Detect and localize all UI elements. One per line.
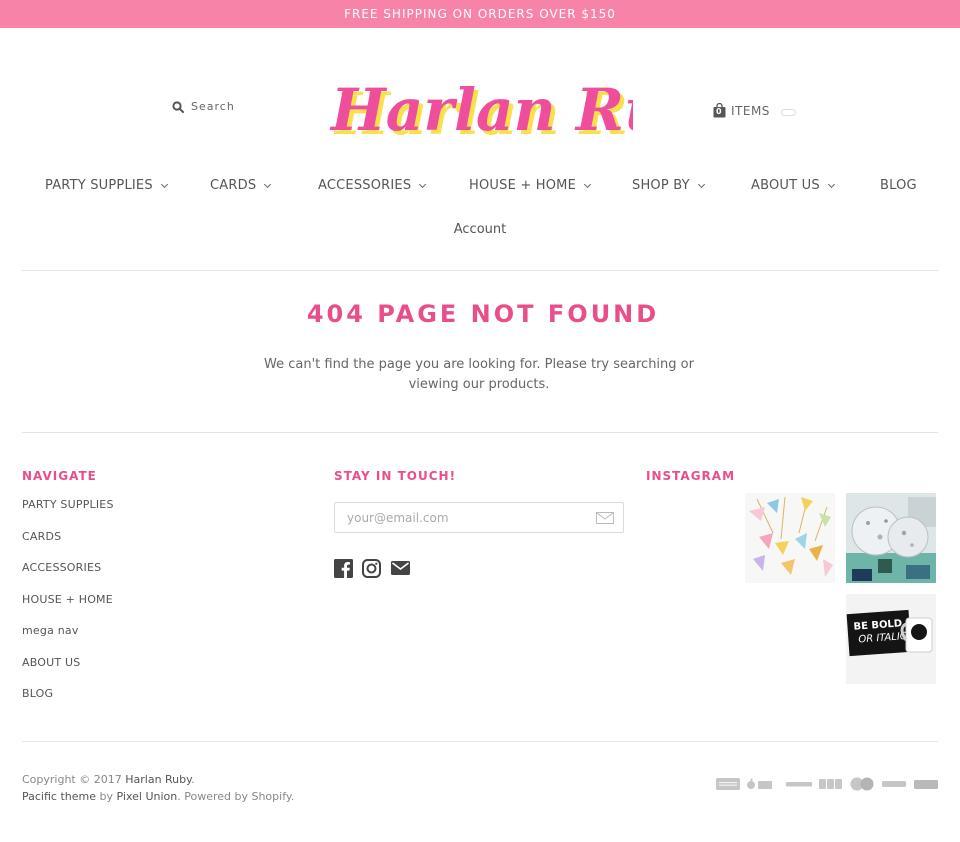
chevron-down-icon bbox=[827, 180, 835, 188]
message-text: . bbox=[545, 377, 550, 392]
divider bbox=[22, 270, 938, 271]
powered-by-text: . Powered by Shopify. bbox=[177, 790, 295, 803]
cart-count: 0 bbox=[716, 107, 723, 116]
newsletter-form bbox=[334, 502, 624, 533]
account-link[interactable]: Account bbox=[0, 222, 960, 237]
theme-link[interactable]: Pacific theme bbox=[22, 790, 96, 803]
footer-heading-instagram: INSTAGRAM bbox=[646, 469, 736, 483]
nav-item-accessories[interactable]: ACCESSORIES bbox=[318, 178, 427, 193]
store-link[interactable]: Harlan Ruby bbox=[125, 773, 191, 786]
nav-item-label: PARTY SUPPLIES bbox=[45, 178, 153, 193]
footer-link-accessories[interactable]: ACCESSORIES bbox=[22, 561, 114, 593]
visa-icon bbox=[914, 780, 938, 789]
nav-item-label: ACCESSORIES bbox=[318, 178, 412, 193]
cart-label: ITEMS bbox=[731, 103, 770, 118]
nav-item-label: SHOP BY bbox=[632, 178, 690, 193]
footer-link-house-home[interactable]: HOUSE + HOME bbox=[22, 593, 114, 625]
error-message: We can't find the page you are looking f… bbox=[240, 355, 718, 395]
envelope-submit-icon[interactable] bbox=[596, 512, 614, 524]
nav-item-label: ABOUT US bbox=[751, 178, 820, 193]
logo-text: Harlan Ruby bbox=[329, 76, 633, 144]
footer-heading-navigate: NAVIGATE bbox=[22, 469, 97, 483]
instagram-photo-confetti-balloon[interactable] bbox=[846, 493, 936, 583]
message-text: We can't find the page you are looking f… bbox=[264, 357, 614, 372]
copyright-text: . bbox=[191, 773, 195, 786]
newsletter-email-input[interactable] bbox=[335, 503, 623, 532]
footer-link-blog[interactable]: BLOG bbox=[22, 687, 114, 719]
master-icon bbox=[850, 777, 874, 791]
chevron-down-icon bbox=[264, 180, 272, 188]
nav-item-party-supplies[interactable]: PARTY SUPPLIES bbox=[45, 178, 168, 193]
nav-item-shop-by[interactable]: SHOP BY bbox=[632, 178, 705, 193]
discover-icon bbox=[786, 782, 812, 787]
theme-line: Pacific theme by Pixel Union. Powered by… bbox=[22, 788, 294, 805]
apple-pay-icon bbox=[747, 778, 772, 789]
site-logo[interactable]: Harlan Ruby Harlan Ruby bbox=[327, 62, 633, 154]
nav-item-label: BLOG bbox=[880, 178, 917, 193]
footer-link-party-supplies[interactable]: PARTY SUPPLIES bbox=[22, 498, 114, 530]
chevron-down-icon bbox=[419, 180, 427, 188]
divider bbox=[22, 741, 938, 742]
chevron-down-icon bbox=[160, 180, 168, 188]
nav-item-label: CARDS bbox=[210, 178, 257, 193]
copyright-line: Copyright © 2017 Harlan Ruby. bbox=[22, 771, 294, 788]
footer-nav: PARTY SUPPLIES CARDS ACCESSORIES HOUSE +… bbox=[22, 498, 114, 719]
facebook-icon[interactable] bbox=[334, 559, 353, 578]
account-label[interactable]: Account bbox=[454, 222, 507, 237]
chevron-down-icon bbox=[697, 180, 705, 188]
instagram-photo-party-picks[interactable] bbox=[745, 493, 835, 583]
chevron-down-icon bbox=[583, 180, 592, 188]
cart-bag-icon: 0 bbox=[713, 102, 726, 118]
american-express-icon bbox=[716, 778, 740, 790]
products-link[interactable]: products bbox=[488, 377, 545, 392]
nav-item-house-home[interactable]: HOUSE + HOME bbox=[469, 178, 592, 193]
header-search[interactable]: Search bbox=[172, 100, 235, 113]
search-link[interactable]: searching bbox=[613, 357, 676, 372]
footer-link-about-us[interactable]: ABOUT US bbox=[22, 656, 114, 688]
jcb-icon bbox=[819, 779, 842, 789]
search-label[interactable]: Search bbox=[191, 100, 235, 113]
promo-text: FREE SHIPPING ON ORDERS OVER $150 bbox=[344, 7, 616, 21]
cart-link[interactable]: 0 ITEMS bbox=[713, 102, 770, 118]
nav-item-label: HOUSE + HOME bbox=[469, 178, 576, 193]
footer-link-cards[interactable]: CARDS bbox=[22, 530, 114, 562]
copyright-text: Copyright © 2017 bbox=[22, 773, 126, 786]
instagram-icon[interactable] bbox=[362, 559, 381, 578]
paypal-icon bbox=[882, 781, 906, 787]
copyright: Copyright © 2017 Harlan Ruby. Pacific th… bbox=[22, 771, 294, 805]
nav-item-about-us[interactable]: ABOUT US bbox=[751, 178, 835, 193]
search-icon bbox=[172, 100, 184, 113]
main-nav: PARTY SUPPLIES CARDS ACCESSORIES HOUSE +… bbox=[0, 178, 960, 200]
footer-heading-stay-in-touch: STAY IN TOUCH! bbox=[334, 469, 457, 483]
divider bbox=[22, 432, 938, 433]
mail-icon[interactable] bbox=[391, 561, 410, 575]
nav-item-blog[interactable]: BLOG bbox=[880, 178, 917, 193]
promo-bar: FREE SHIPPING ON ORDERS OVER $150 bbox=[0, 0, 960, 28]
cart-toggle[interactable] bbox=[781, 109, 796, 116]
theme-by-text: by bbox=[96, 790, 117, 803]
nav-item-cards[interactable]: CARDS bbox=[210, 178, 272, 193]
footer-link-mega-nav[interactable]: mega nav bbox=[22, 624, 114, 656]
payment-icons bbox=[716, 777, 938, 791]
instagram-photo-be-bold-mug[interactable]: BE BOLD OR ITALIC bbox=[846, 594, 936, 684]
page-title: 404 PAGE NOT FOUND bbox=[306, 300, 660, 328]
theme-author-link[interactable]: Pixel Union bbox=[117, 790, 178, 803]
